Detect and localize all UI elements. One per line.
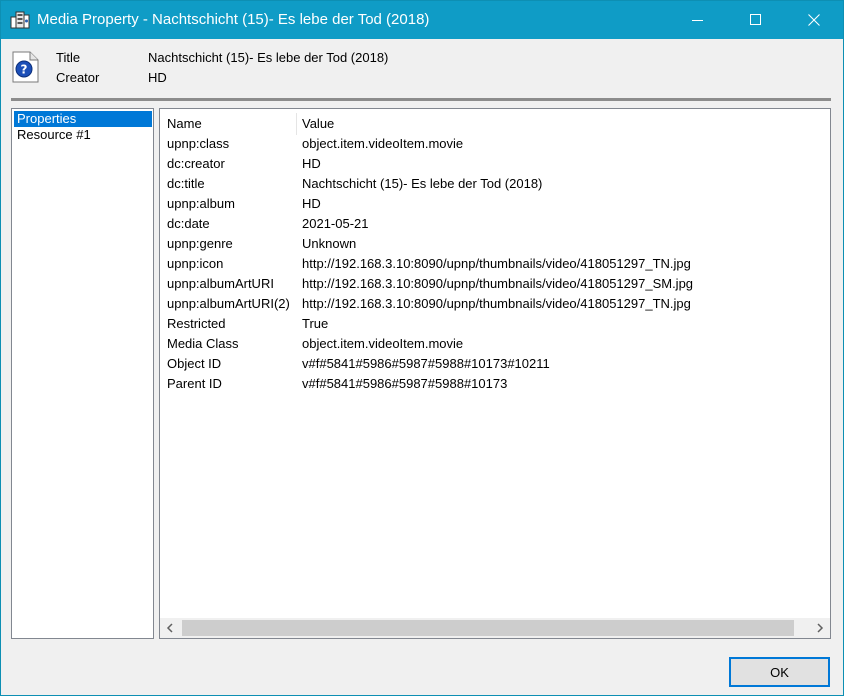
property-name: Restricted (167, 316, 226, 331)
horizontal-scrollbar[interactable] (160, 618, 830, 638)
chevron-left-icon (166, 623, 173, 633)
property-name: upnp:class (167, 136, 230, 151)
property-value: v#f#5841#5986#5987#5988#10173 (302, 376, 508, 391)
table-row[interactable]: upnp:album HD (160, 194, 830, 214)
table-row[interactable]: upnp:icon http://192.168.3.10:8090/upnp/… (160, 254, 830, 274)
property-tree[interactable]: Properties Resource #1 (11, 108, 154, 639)
table-row[interactable]: upnp:class object.item.videoItem.movie (160, 134, 830, 154)
ok-button[interactable]: OK (729, 657, 830, 687)
table-row[interactable]: upnp:genre Unknown (160, 234, 830, 254)
table-row[interactable]: upnp:albumArtURI http://192.168.3.10:809… (160, 274, 830, 294)
media-property-window: Media Property - Nachtschicht (15)- Es l… (0, 0, 844, 696)
column-divider[interactable] (296, 113, 297, 135)
scrollbar-thumb[interactable] (182, 620, 794, 636)
column-header-value[interactable]: Value (302, 112, 334, 136)
property-name: Parent ID (167, 376, 222, 391)
property-value: object.item.videoItem.movie (302, 336, 464, 351)
property-value: http://192.168.3.10:8090/upnp/thumbnails… (302, 276, 694, 291)
table-row[interactable]: dc:date 2021-05-21 (160, 214, 830, 234)
svg-text:?: ? (21, 63, 28, 77)
table-row[interactable]: upnp:albumArtURI(2) http://192.168.3.10:… (160, 294, 830, 314)
maximize-icon (750, 14, 761, 25)
property-value: 2021-05-21 (302, 216, 369, 231)
property-list[interactable]: Name Value upnp:class object.item.videoI… (159, 108, 831, 639)
property-name: upnp:albumArtURI (167, 276, 274, 291)
title-bar[interactable]: Media Property - Nachtschicht (15)- Es l… (1, 1, 843, 39)
property-name: dc:creator (167, 156, 225, 171)
chevron-right-icon (817, 623, 824, 633)
property-name: upnp:album (167, 196, 235, 211)
property-value: HD (302, 156, 321, 171)
table-row[interactable]: Restricted True (160, 314, 830, 334)
property-name: Media Class (167, 336, 239, 351)
tree-item-properties[interactable]: Properties (14, 111, 152, 127)
property-value: http://192.168.3.10:8090/upnp/thumbnails… (302, 296, 691, 311)
property-name: upnp:genre (167, 236, 233, 251)
property-name: Object ID (167, 356, 222, 371)
creator-value: HD (148, 70, 167, 85)
property-value: HD (302, 196, 321, 211)
question-document-icon: ? (12, 51, 39, 83)
title-label: Title (56, 50, 81, 65)
scroll-left-button[interactable] (160, 618, 180, 638)
property-name: upnp:albumArtURI(2) (167, 296, 290, 311)
maximize-button[interactable] (727, 1, 785, 39)
creator-label: Creator (56, 70, 100, 85)
table-row[interactable]: dc:title Nachtschicht (15)- Es lebe der … (160, 174, 830, 194)
property-name: dc:date (167, 216, 210, 231)
column-header-name[interactable]: Name (167, 112, 202, 136)
table-row[interactable]: Object ID v#f#5841#5986#5987#5988#10173#… (160, 354, 830, 374)
property-value: object.item.videoItem.movie (302, 136, 464, 151)
property-value: http://192.168.3.10:8090/upnp/thumbnails… (302, 256, 691, 271)
property-value: v#f#5841#5986#5987#5988#10173#10211 (302, 356, 550, 371)
table-row[interactable]: dc:creator HD (160, 154, 830, 174)
property-name: upnp:icon (167, 256, 224, 271)
minimize-icon (692, 20, 703, 21)
window-title: Media Property - Nachtschicht (15)- Es l… (37, 11, 430, 28)
property-value: Unknown (302, 236, 357, 251)
media-server-icon (10, 11, 30, 29)
header-separator (11, 98, 831, 101)
title-value: Nachtschicht (15)- Es lebe der Tod (2018… (148, 50, 389, 65)
close-icon (808, 14, 820, 26)
scroll-right-button[interactable] (810, 618, 830, 638)
property-value: True (302, 316, 329, 331)
table-row[interactable]: Media Class object.item.videoItem.movie (160, 334, 830, 354)
close-button[interactable] (785, 1, 843, 39)
tree-item-resource-1[interactable]: Resource #1 (14, 127, 94, 143)
property-name: dc:title (167, 176, 205, 191)
minimize-button[interactable] (669, 1, 727, 39)
property-value: Nachtschicht (15)- Es lebe der Tod (2018… (302, 176, 543, 191)
table-row[interactable]: Parent ID v#f#5841#5986#5987#5988#10173 (160, 374, 830, 394)
